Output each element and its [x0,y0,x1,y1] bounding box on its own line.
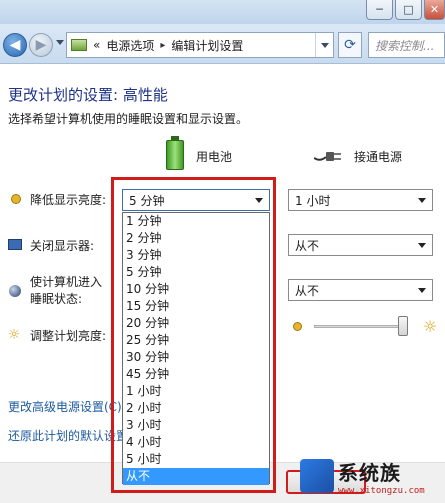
dim-display-plugged-select[interactable]: 1 小时 [288,189,433,211]
brightness-plugged-slider-thumb[interactable] [398,316,409,336]
column-battery: 用电池 [196,150,233,164]
breadcrumb-power-options[interactable]: 电源选项 [106,37,154,54]
minimize-button[interactable]: ─ [366,0,393,20]
search-input[interactable]: 搜索控制... [368,32,445,58]
dim-display-label: 降低显示亮度: [30,193,107,207]
window-titlebar: ─ □ ✕ [0,0,445,24]
brightness-high-icon: ☼ [422,316,438,336]
brightness-sun-icon: ☼ [7,327,21,343]
address-bar[interactable]: « 电源选项 ▸ 编辑计划设置 [66,32,334,58]
breadcrumb-prefix[interactable]: « [93,38,100,52]
power-plug-icon [314,152,341,161]
watermark-logo-icon [300,459,334,493]
sleep-label-line1: 使计算机进入 [30,275,103,289]
monitor-icon [7,236,23,252]
dim-brightness-icon [8,191,24,207]
breadcrumb-separator[interactable]: ▸ [160,40,165,51]
restore-defaults-link[interactable]: 还原此计划的默认设置 [8,427,128,444]
refresh-icon: ⟳ [344,37,356,53]
sleep-moon-icon [7,283,23,299]
watermark-name: 系统族 [338,460,401,485]
turn-off-display-plugged-value: 从不 [295,238,320,253]
sleep-plugged-value: 从不 [295,283,320,298]
control-panel-icon [71,39,87,51]
breadcrumb-edit-plan[interactable]: 编辑计划设置 [171,37,243,54]
page-title: 更改计划的设置: 高性能 [8,86,168,104]
turn-off-display-label: 关闭显示器: [30,239,95,253]
forward-button[interactable]: ▶ [29,33,53,57]
dim-display-plugged-value: 1 小时 [295,193,331,208]
watermark: 系统族 www.xitongzu.com [300,452,440,500]
highlight-frame [111,177,276,493]
brightness-plugged-slider-track[interactable] [314,325,408,328]
page-description: 选择希望计算机使用的睡眠设置和显示设置。 [8,112,249,126]
back-button[interactable]: ◀ [3,33,27,57]
sleep-label-line2: 睡眠状态: [30,292,83,306]
brightness-low-icon [289,318,305,334]
back-arrow-icon: ◀ [9,37,21,53]
address-dropdown-button[interactable] [315,33,333,57]
forward-arrow-icon: ▶ [35,37,47,53]
advanced-power-settings-link[interactable]: 更改高级电源设置(C) [8,398,122,415]
column-plugged-in: 接通电源 [354,150,403,164]
sleep-plugged-select[interactable]: 从不 [288,279,433,301]
recent-pages-dropdown[interactable] [56,40,64,45]
navigation-bar: ◀ ▶ « 电源选项 ▸ 编辑计划设置 ⟳ 搜索控制... [0,24,445,64]
refresh-button[interactable]: ⟳ [338,32,362,58]
watermark-url: www.xitongzu.com [338,485,425,496]
adjust-brightness-label: 调整计划亮度: [30,329,107,343]
battery-icon [166,136,184,170]
turn-off-display-plugged-select[interactable]: 从不 [288,234,433,256]
close-button[interactable]: ✕ [424,0,445,20]
maximize-button[interactable]: □ [395,0,422,20]
